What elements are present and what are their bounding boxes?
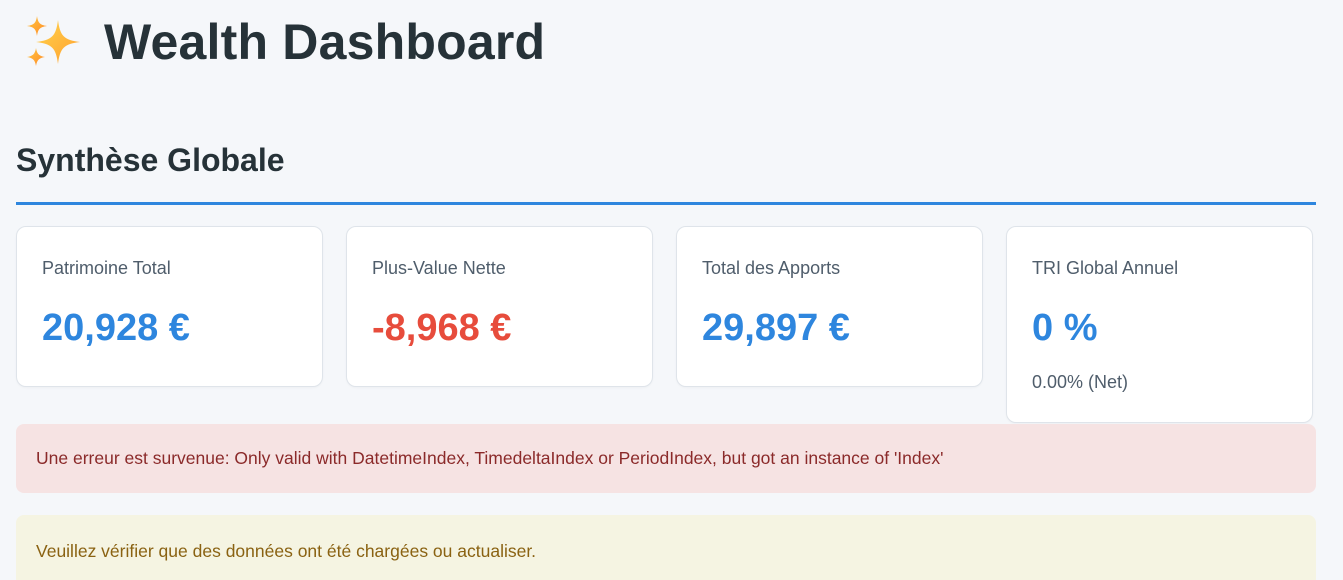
- app-title: Wealth Dashboard: [24, 10, 545, 74]
- metric-label: Plus-Value Nette: [372, 258, 506, 278]
- metric-label: Total des Apports: [702, 258, 841, 278]
- metric-label: Patrimoine Total: [42, 258, 171, 278]
- section-title: Synthèse Globale: [16, 142, 285, 178]
- metric-value: 29,897 €: [702, 307, 850, 349]
- error-alert-text: Une erreur est survenue: Only valid with…: [36, 448, 944, 468]
- metric-card-patrimoine-total: Patrimoine Total 20,928 €: [16, 226, 323, 387]
- warning-alert-text: Veuillez vérifier que des données ont ét…: [36, 540, 537, 561]
- metric-subvalue: 0.00% (Net): [1032, 372, 1129, 392]
- dashboard-page: Wealth Dashboard Synthèse Globale Patrim…: [0, 0, 1343, 580]
- metric-value: 0 %: [1032, 307, 1098, 349]
- metric-card-plus-value-nette: Plus-Value Nette -8,968 €: [346, 226, 653, 387]
- metric-value: 20,928 €: [42, 307, 190, 349]
- metric-card-tri-global: TRI Global Annuel 0 % 0.00% (Net): [1006, 226, 1313, 423]
- warning-alert: Veuillez vérifier que des données ont ét…: [16, 515, 1316, 580]
- metric-label: TRI Global Annuel: [1032, 258, 1179, 278]
- app-title-text: Wealth Dashboard: [104, 14, 546, 70]
- metric-card-total-apports: Total des Apports 29,897 €: [676, 226, 983, 387]
- metric-value: -8,968 €: [372, 307, 512, 349]
- sparkles-icon: [24, 14, 82, 70]
- section-divider: [16, 202, 1316, 205]
- error-alert: Une erreur est survenue: Only valid with…: [16, 424, 1316, 493]
